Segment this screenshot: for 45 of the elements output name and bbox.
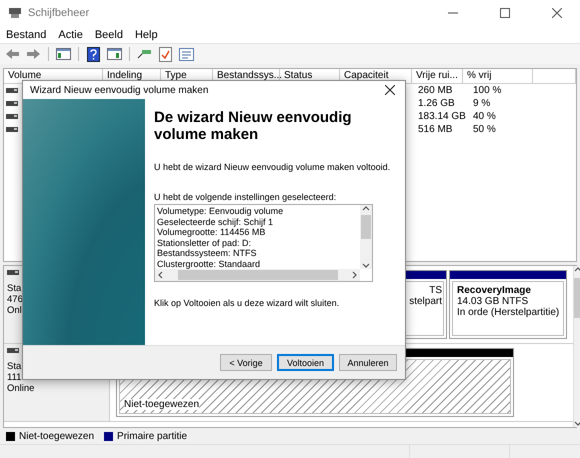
setting-item: Clustergrootte: Standaard bbox=[157, 258, 262, 269]
partition-block[interactable]: RecoveryImage 14.03 GB NTFS In orde (Herstelpartitie) bbox=[449, 270, 568, 339]
disk-info-text: Online bbox=[7, 383, 36, 394]
disk-info-text: Sta bbox=[7, 361, 22, 372]
menu-item[interactable]: Help bbox=[134, 28, 158, 40]
partition-info-text: Niet-toegewezen bbox=[124, 399, 200, 410]
dialog-button[interactable]: < Vorige bbox=[220, 354, 272, 371]
partition-name: RecoveryImage bbox=[457, 285, 531, 296]
setting-item: Volumetype: Eenvoudig volume bbox=[157, 206, 284, 216]
disk-info-text: Sta bbox=[7, 283, 22, 294]
column-header[interactable]: Vrije rui... bbox=[412, 69, 463, 84]
partition-info-text: 14.03 GB NTFS bbox=[457, 296, 528, 307]
dialog-button[interactable]: Voltooien bbox=[277, 354, 334, 371]
partition-info-text: TS bbox=[429, 285, 442, 296]
disk-info-text: 476 bbox=[7, 294, 24, 305]
setting-item: Geselecteerde schijf: Schijf 1 bbox=[157, 216, 274, 227]
table-cell-text: 260 MB bbox=[417, 85, 454, 96]
table-cell-text: 516 MB bbox=[417, 124, 454, 135]
closing-text: Klik op Voltooien als u deze wizard wilt sluiten. bbox=[154, 298, 340, 308]
dialog-title: Wizard Nieuw eenvoudig volume maken bbox=[30, 84, 208, 96]
settings-label: U hebt de volgende instellingen geselecteerd: bbox=[154, 192, 338, 202]
window-title: Schijfbeheer bbox=[28, 7, 90, 19]
menu-item[interactable]: Bestand bbox=[6, 28, 46, 40]
setting-item: Bestandssysteem: NTFS bbox=[157, 248, 258, 258]
setting-item: Stationsletter of pad: D: bbox=[157, 238, 252, 248]
setting-item: Volumegrootte: 114456 MB bbox=[157, 227, 266, 238]
menu-item[interactable]: Actie bbox=[58, 28, 83, 40]
table-cell-text: 9 % bbox=[472, 98, 492, 109]
table-cell-text: 1.26 GB bbox=[417, 98, 456, 109]
table-cell-text: 183.14 GB bbox=[417, 111, 467, 122]
table-cell-text: 50 % bbox=[472, 124, 497, 135]
intro-text: U hebt de wizard Nieuw eenvoudig volume maken voltooid. bbox=[154, 162, 392, 172]
table-cell-text: 40 % bbox=[472, 111, 497, 122]
legend-label: Niet-toegewezen bbox=[19, 430, 94, 442]
column-header[interactable]: % vrij bbox=[463, 69, 533, 84]
legend-label: Primaire partitie bbox=[117, 430, 188, 442]
table-cell-text: 100 % bbox=[472, 85, 502, 96]
partition-info-text: stelpart bbox=[409, 296, 442, 307]
disk-info-text: 111 bbox=[7, 372, 22, 383]
settings-list-box[interactable]: Volumetype: Eenvoudig volume Geselecteerde schijf: Schijf 1 Volumegrootte: 114456 MB Stationsletter of pad: D: Bestandssysteem: NTFS Clustergrootte: Standaard bbox=[154, 204, 373, 282]
menu-item[interactable]: Beeld bbox=[94, 28, 123, 40]
partition-info-text: In orde (Herstelpartitie) bbox=[457, 307, 560, 318]
wizard-heading: De wizard Nieuw eenvoudig volume maken bbox=[154, 109, 353, 143]
dialog-button[interactable]: Annuleren bbox=[339, 354, 397, 371]
disk-info-text: Onl bbox=[7, 305, 23, 316]
